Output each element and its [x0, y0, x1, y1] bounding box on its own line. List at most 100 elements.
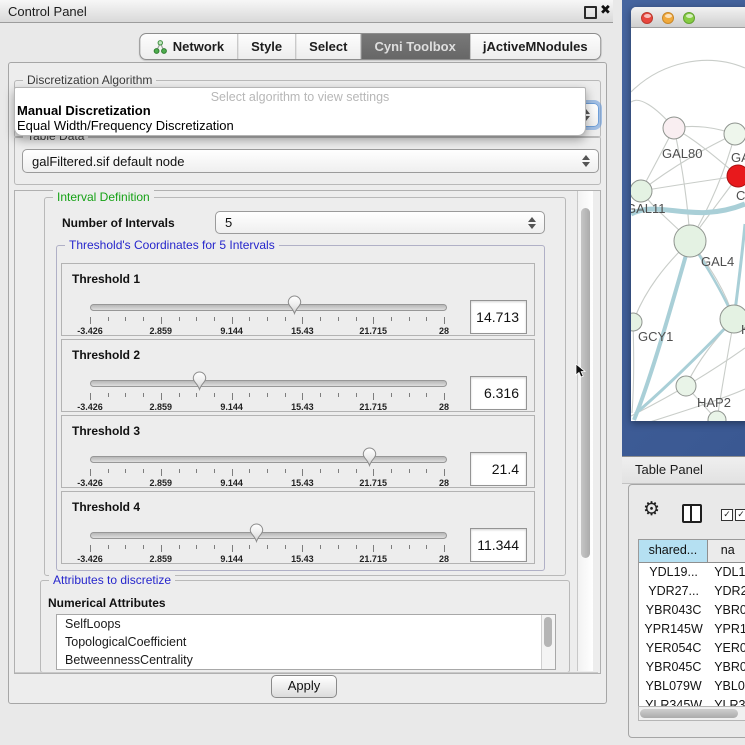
threshold-value-field[interactable]: 6.316	[470, 376, 527, 410]
scrollbar-thumb[interactable]	[544, 617, 552, 647]
threshold-value-field[interactable]: 11.344	[470, 528, 527, 562]
network-graph: GAL80GACGAL11GAL4GCY1HHAP2	[631, 28, 745, 421]
table-row[interactable]: YPR145WYPR1	[639, 620, 745, 639]
minimize-traffic-light-icon[interactable]	[662, 12, 674, 24]
column-layout-icon[interactable]	[682, 504, 702, 523]
tab-jactivemnodules[interactable]: jActiveMNodules	[470, 34, 601, 59]
slider-thumb[interactable]	[249, 523, 264, 543]
tab-select[interactable]: Select	[296, 34, 361, 59]
tick-mark	[179, 545, 180, 549]
tick-label: 2.859	[136, 554, 186, 564]
tab-cyni-toolbox[interactable]: Cyni Toolbox	[361, 34, 469, 59]
table-row[interactable]: YDR27...YDR2	[639, 582, 745, 601]
tick-mark	[214, 469, 215, 473]
table-horizontal-scrollbar[interactable]	[638, 706, 745, 721]
network-node-gal80[interactable]	[663, 117, 685, 139]
table-cell: YPR145W	[639, 620, 708, 639]
tick-mark	[90, 317, 91, 324]
slider-track[interactable]	[90, 532, 447, 539]
tick-mark	[179, 469, 180, 473]
slider-thumb[interactable]	[362, 447, 377, 467]
table-header-row: shared...na	[639, 540, 745, 563]
numerical-attributes-list[interactable]: SelfLoopsTopologicalCoefficientBetweenne…	[56, 614, 556, 670]
table-cell: YDL1	[708, 563, 745, 582]
attribute-item-topologicalcoefficient[interactable]: TopologicalCoefficient	[57, 633, 555, 651]
tick-mark	[143, 317, 144, 321]
network-node-gal11[interactable]	[631, 180, 652, 202]
slider-thumb[interactable]	[192, 371, 207, 391]
close-traffic-light-icon[interactable]	[641, 12, 653, 24]
slider-track[interactable]	[90, 304, 447, 311]
control-panel-titlebar: Control Panel ✖	[0, 0, 613, 23]
table-row[interactable]: YDL19...YDL1	[639, 563, 745, 582]
network-canvas[interactable]: GAL80GACGAL11GAL4GCY1HHAP2	[631, 28, 745, 421]
tick-mark	[356, 545, 357, 549]
tick-mark	[302, 393, 303, 400]
table-cell: YPR1	[708, 620, 745, 639]
close-icon[interactable]: ✖	[600, 2, 611, 18]
tick-mark	[373, 545, 374, 552]
slider-track[interactable]	[90, 380, 447, 387]
apply-button[interactable]: Apply	[271, 675, 337, 698]
group-title-threshold-coordinates: Threshold's Coordinates for 5 Intervals	[65, 238, 279, 252]
table-row[interactable]: YBR043CYBR0	[639, 601, 745, 620]
float-window-icon[interactable]	[584, 6, 597, 19]
table-cell: YBR0	[708, 601, 745, 620]
tick-label: -3.426	[65, 478, 115, 488]
threshold-value-field[interactable]: 14.713	[470, 300, 527, 334]
tick-mark	[285, 393, 286, 397]
mouse-cursor	[575, 364, 587, 378]
table-row[interactable]: YER054CYER0	[639, 639, 745, 658]
network-window-titlebar[interactable]	[631, 7, 745, 28]
tick-mark	[356, 393, 357, 397]
tick-label: 21.715	[348, 478, 398, 488]
network-node-hap2[interactable]	[676, 376, 696, 396]
threshold-row-4: Threshold 4-3.4262.8599.14415.4321.71528…	[61, 491, 535, 564]
network-edge	[641, 176, 738, 191]
number-of-intervals-value: 5	[225, 215, 232, 230]
tab-style[interactable]: Style	[238, 34, 296, 59]
checkbox-icon[interactable]: ✓	[721, 509, 733, 521]
slider-track[interactable]	[90, 456, 447, 463]
tick-mark	[285, 545, 286, 549]
gear-icon[interactable]: ⚙	[643, 498, 660, 521]
table-data-combobox[interactable]: galFiltered.sif default node	[22, 149, 599, 173]
network-node-gal4[interactable]	[674, 225, 706, 257]
tick-mark	[444, 393, 445, 400]
attribute-item-selfloops[interactable]: SelfLoops	[57, 615, 555, 633]
tick-label: 9.144	[207, 326, 257, 336]
column-header-shared[interactable]: shared...	[639, 540, 708, 562]
scrollbar-thumb[interactable]	[581, 208, 590, 558]
tick-mark	[320, 393, 321, 397]
number-of-intervals-spinner[interactable]: 5	[215, 211, 545, 234]
checkbox-icon[interactable]: ✓	[735, 509, 745, 521]
tick-mark	[302, 469, 303, 476]
table-row[interactable]: YBR045CYBR0	[639, 658, 745, 677]
node-attribute-table[interactable]: shared...na YDL19...YDL1YDR27...YDR2YBR0…	[638, 539, 745, 707]
attribute-item-betweennesscentrality[interactable]: BetweennessCentrality	[57, 651, 555, 669]
dropdown-option-equal-width-frequency[interactable]: Equal Width/Frequency Discretization	[17, 118, 234, 133]
number-of-intervals-label: Number of Intervals	[62, 216, 175, 230]
threshold-value-field[interactable]: 21.4	[470, 452, 527, 486]
tick-mark	[232, 393, 233, 400]
table-row[interactable]: YBL079WYBL0	[639, 677, 745, 696]
tick-mark	[125, 469, 126, 473]
threshold-row-3: Threshold 3-3.4262.8599.14415.4321.71528…	[61, 415, 535, 488]
group-title-discretization-algorithm: Discretization Algorithm	[23, 73, 156, 87]
network-icon	[153, 40, 167, 54]
scrollbar-thumb[interactable]	[640, 709, 738, 718]
network-node-c[interactable]	[727, 165, 745, 187]
tick-mark	[143, 469, 144, 473]
table-cell: YER0	[708, 639, 745, 658]
slider-thumb[interactable]	[287, 295, 302, 315]
settings-vertical-scrollbar[interactable]	[577, 191, 593, 671]
attributes-scrollbar[interactable]	[541, 615, 555, 669]
dropdown-option-manual-discretization[interactable]: Manual Discretization	[17, 103, 151, 118]
zoom-traffic-light-icon[interactable]	[683, 12, 695, 24]
tab-network[interactable]: Network	[140, 34, 238, 59]
tick-mark	[391, 545, 392, 549]
network-node-ga[interactable]	[724, 123, 745, 145]
table-cell: YBL0	[708, 677, 745, 696]
tick-label: 9.144	[207, 478, 257, 488]
column-header-na[interactable]: na	[708, 540, 745, 562]
